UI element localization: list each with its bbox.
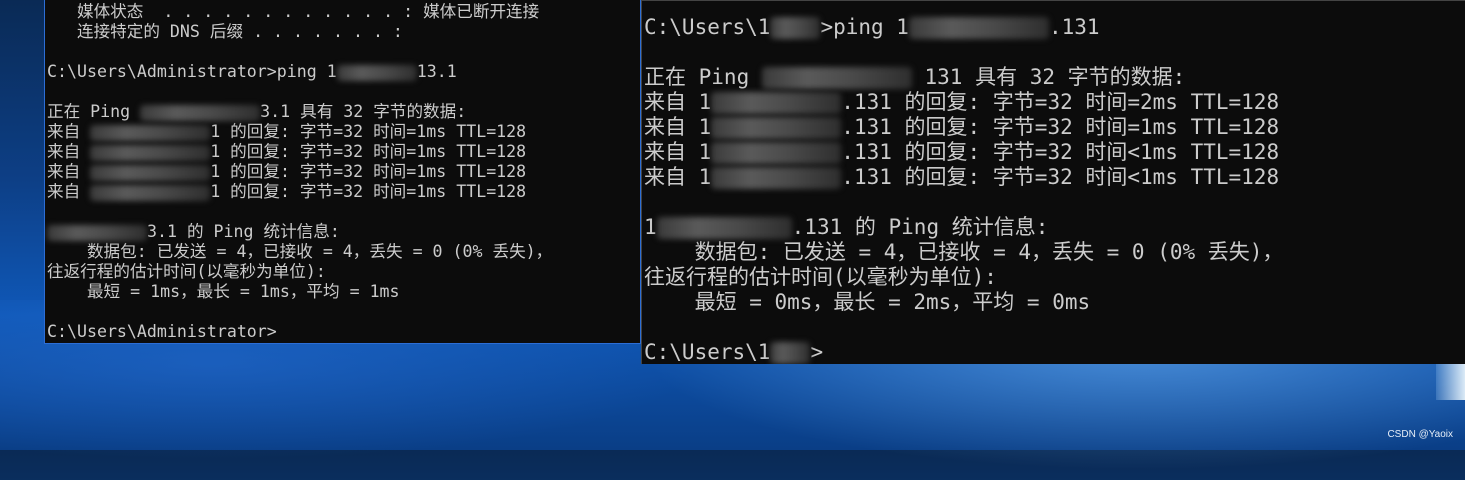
- console-line: C:\Users\Administrator>ping 1 13.1: [47, 62, 640, 82]
- console-text: 来自 1: [644, 140, 712, 164]
- console-text: 来自: [47, 142, 91, 161]
- console-line: 来自 1 的回复: 字节=32 时间=1ms TTL=128: [47, 162, 640, 182]
- console-line: 来自 1 .131 的回复: 字节=32 时间=1ms TTL=128: [644, 115, 1465, 140]
- console-text: 131 具有 32 字节的数据:: [911, 65, 1186, 89]
- console-text: 数据包: 已发送 = 4，已接收 = 4，丢失 = 0 (0% 丢失)，: [47, 242, 553, 261]
- console-line: C:\Users\1 >: [644, 340, 1465, 364]
- console-text: 1 的回复: 字节=32 时间=1ms TTL=128: [210, 182, 527, 201]
- console-line: 往返行程的估计时间(以毫秒为单位):: [644, 265, 1465, 290]
- redacted-ip: [711, 167, 842, 189]
- console-text: 1 的回复: 字节=32 时间=1ms TTL=128: [210, 142, 527, 161]
- console-line: 数据包: 已发送 = 4，已接收 = 4，丢失 = 0 (0% 丢失)，: [47, 242, 640, 262]
- console-text: .131 的 Ping 统计信息:: [791, 215, 1049, 239]
- console-text: .131 的回复: 字节=32 时间<1ms TTL=128: [841, 140, 1280, 164]
- console-text: .131 的回复: 字节=32 时间<1ms TTL=128: [841, 165, 1280, 189]
- console-line: C:\Users\1 >ping 1 .131: [644, 15, 1465, 40]
- console-line: 最短 = 0ms，最长 = 2ms，平均 = 0ms: [644, 290, 1465, 315]
- console-text: .131 的回复: 字节=32 时间=2ms TTL=128: [841, 90, 1280, 114]
- console-text: 来自: [47, 122, 91, 141]
- console-text: 最短 = 0ms，最长 = 2ms，平均 = 0ms: [644, 290, 1091, 314]
- console-line: 3.1 的 Ping 统计信息:: [47, 222, 640, 242]
- console-text: 往返行程的估计时间(以毫秒为单位):: [644, 265, 997, 289]
- console-line: 来自 1 .131 的回复: 字节=32 时间<1ms TTL=128: [644, 140, 1465, 165]
- console-text: 来自 1: [644, 90, 712, 114]
- console-text: 媒体状态 . . . . . . . . . . . . : 媒体已断开连接: [47, 2, 540, 21]
- console-text: 往返行程的估计时间(以毫秒为单位):: [47, 262, 326, 281]
- redacted-ip: [770, 342, 811, 364]
- console-text: C:\Users\Administrator>ping 1: [47, 62, 337, 81]
- cmd-window-right[interactable]: C:\Users\1 >ping 1 .131 正在 Ping 131 具有 32 字…: [641, 0, 1465, 364]
- console-line: 1 .131 的 Ping 统计信息:: [644, 215, 1465, 240]
- redacted-ip: [711, 117, 842, 139]
- cmd-window-left[interactable]: 媒体状态 . . . . . . . . . . . . : 媒体已断开连接 连…: [44, 0, 641, 344]
- console-line: C:\Users\Administrator>: [47, 322, 640, 342]
- console-text: >ping 1: [820, 15, 909, 39]
- console-line: 来自 1 的回复: 字节=32 时间=1ms TTL=128: [47, 182, 640, 202]
- watermark: CSDN @Yaoix: [1387, 429, 1453, 440]
- console-text: 最短 = 1ms，最长 = 1ms，平均 = 1ms: [47, 282, 400, 301]
- console-text: 来自: [47, 162, 91, 181]
- redacted-ip: [336, 64, 417, 81]
- console-line: 媒体状态 . . . . . . . . . . . . : 媒体已断开连接: [47, 2, 640, 22]
- console-line: 来自 1 的回复: 字节=32 时间=1ms TTL=128: [47, 122, 640, 142]
- console-text: 正在 Ping: [47, 102, 141, 121]
- console-text: 来自: [47, 182, 91, 201]
- redacted-ip: [770, 17, 821, 39]
- console-text: 正在 Ping: [644, 65, 762, 89]
- console-text: 3.1 的 Ping 统计信息:: [147, 222, 340, 241]
- redacted-ip: [90, 164, 211, 181]
- redacted-ip: [908, 17, 1049, 39]
- redacted-ip: [90, 184, 211, 201]
- console-line: 往返行程的估计时间(以毫秒为单位):: [47, 262, 640, 282]
- console-line: 来自 1 .131 的回复: 字节=32 时间<1ms TTL=128: [644, 165, 1465, 190]
- redacted-ip: [47, 224, 147, 241]
- console-text: .131 的回复: 字节=32 时间=1ms TTL=128: [841, 115, 1280, 139]
- console-line: 最短 = 1ms，最长 = 1ms，平均 = 1ms: [47, 282, 640, 302]
- redacted-ip: [656, 217, 792, 239]
- console-text: 来自 1: [644, 115, 712, 139]
- console-text: C:\Users\1: [644, 340, 771, 364]
- redacted-ip: [761, 67, 912, 89]
- console-line: 来自 1 .131 的回复: 字节=32 时间=2ms TTL=128: [644, 90, 1465, 115]
- console-line: 正在 Ping 3.1 具有 32 字节的数据:: [47, 102, 640, 122]
- console-line: 来自 1 的回复: 字节=32 时间=1ms TTL=128: [47, 142, 640, 162]
- console-text: 连接特定的 DNS 后缀 . . . . . . . :: [47, 22, 403, 41]
- console-text: .131: [1048, 15, 1100, 39]
- console-line: 连接特定的 DNS 后缀 . . . . . . . :: [47, 22, 640, 42]
- redacted-ip: [90, 144, 211, 161]
- console-text: 3.1 具有 32 字节的数据:: [260, 102, 467, 121]
- console-line: 数据包: 已发送 = 4，已接收 = 4，丢失 = 0 (0% 丢失)，: [644, 240, 1465, 265]
- redacted-ip: [711, 92, 842, 114]
- console-text: >: [810, 340, 824, 364]
- redacted-ip: [711, 142, 842, 164]
- console-text: 1: [644, 215, 657, 239]
- console-text: C:\Users\1: [644, 15, 771, 39]
- console-text: C:\Users\Administrator>: [47, 322, 277, 341]
- console-text: 1 的回复: 字节=32 时间=1ms TTL=128: [210, 122, 527, 141]
- console-text: 13.1: [416, 62, 457, 81]
- console-text: 来自 1: [644, 165, 712, 189]
- console-line: 正在 Ping 131 具有 32 字节的数据:: [644, 65, 1465, 90]
- redacted-ip: [140, 104, 261, 121]
- console-text: 1 的回复: 字节=32 时间=1ms TTL=128: [210, 162, 527, 181]
- console-text: 数据包: 已发送 = 4，已接收 = 4，丢失 = 0 (0% 丢失)，: [644, 240, 1284, 264]
- redacted-ip: [90, 124, 211, 141]
